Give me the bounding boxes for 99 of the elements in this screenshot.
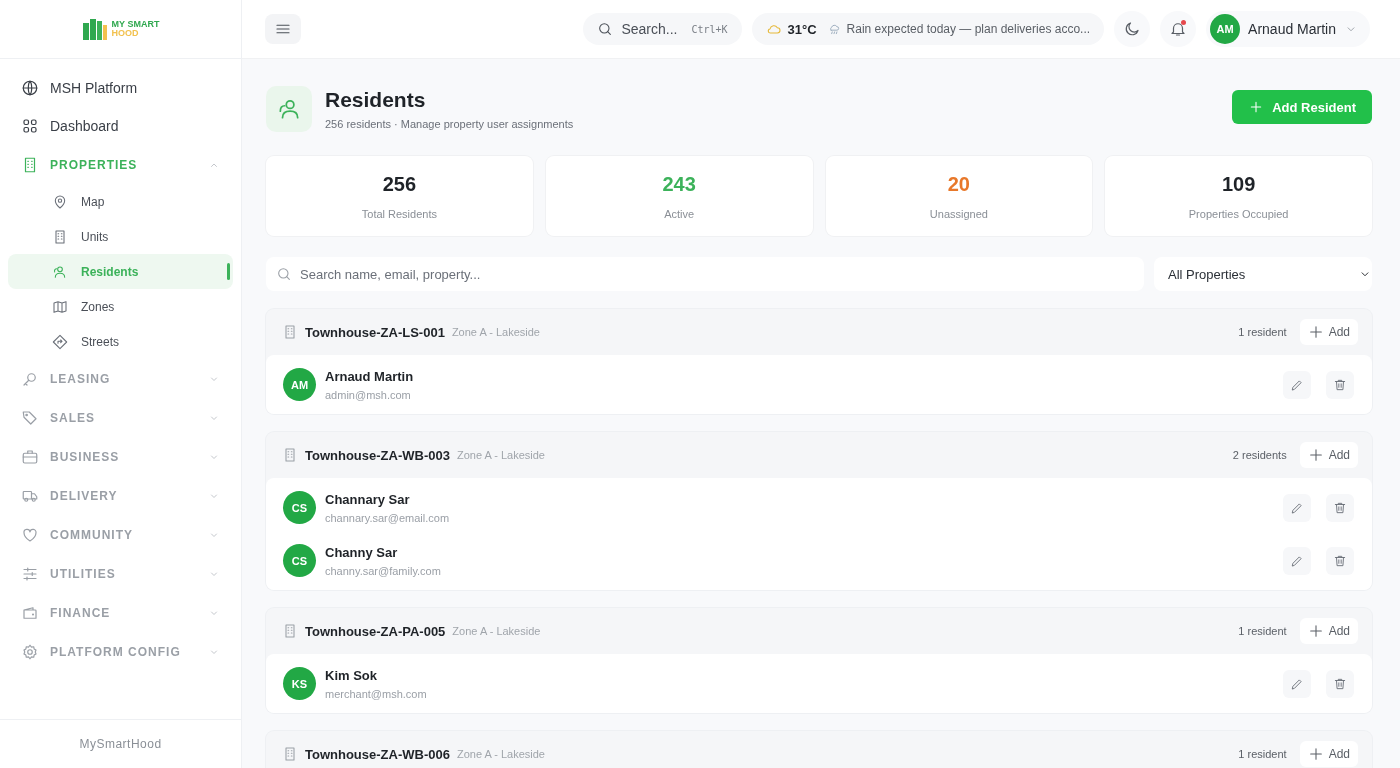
resident-email: channary.sar@email.com — [325, 511, 450, 524]
stat-label: Active — [664, 207, 695, 220]
notification-button[interactable] — [1160, 11, 1197, 47]
residents-icon — [266, 86, 312, 132]
add-button[interactable]: Add — [1299, 442, 1358, 468]
resident-email: admin@msh.com — [325, 388, 412, 401]
resident-email: merchant@msh.com — [325, 687, 427, 700]
logo-text: HOOD — [111, 29, 140, 38]
zone-label: Zone A - Lakeside — [452, 625, 541, 637]
sidebar-subitem[interactable]: Zones — [8, 289, 233, 324]
stat-value: 256 — [382, 172, 417, 196]
resident-name: Arnaud Martin — [325, 368, 414, 384]
stat-label: Total Residents — [361, 207, 437, 220]
resident-name: Channy Sar — [325, 544, 399, 560]
add-button[interactable]: Add — [1299, 741, 1358, 767]
resident-avatar: CS — [283, 491, 316, 524]
zone-label: Zone A - Lakeside — [451, 326, 540, 338]
sidebar-item[interactable]: Dashboard — [8, 107, 233, 145]
resident-name: Kim Sok — [325, 667, 378, 683]
user-avatar: AM — [1210, 14, 1241, 44]
sidebar-item-icon — [21, 117, 39, 135]
plus-icon — [1307, 746, 1324, 762]
sidebar-subitem[interactable]: Units — [8, 219, 233, 254]
property-name: Townhouse-ZA-LS-001 — [305, 324, 445, 340]
property-name: Townhouse-ZA-PA-005 — [305, 623, 446, 639]
building-icon — [282, 623, 298, 639]
stat-label: Properties Occupied — [1188, 207, 1289, 220]
sidebar-item[interactable]: MSH Platform — [8, 69, 233, 107]
weather-message: Rain expected today — plan deliveries acco... — [846, 22, 1091, 36]
edit-button[interactable] — [1283, 493, 1311, 522]
building-icon — [282, 324, 298, 340]
edit-button[interactable] — [1283, 669, 1311, 698]
pencil-icon — [1290, 676, 1304, 691]
page-title: Residents — [325, 88, 427, 112]
subitem-icon — [52, 298, 68, 315]
property-name: Townhouse-ZA-WB-006 — [305, 746, 450, 762]
pencil-icon — [1290, 553, 1304, 568]
trash-icon — [1333, 553, 1347, 568]
delete-button[interactable] — [1326, 546, 1354, 575]
search-field[interactable]: Search name, email, property... — [266, 257, 1144, 291]
edit-button[interactable] — [1283, 370, 1311, 399]
stat-label: Unassigned — [929, 207, 988, 220]
shortcut-hint: Ctrl+K — [691, 23, 728, 35]
building-icon — [282, 746, 298, 762]
subitem-icon — [52, 193, 68, 210]
resident-count: 1 resident — [1238, 625, 1287, 637]
search-field[interactable]: Search... Ctrl+K — [583, 13, 742, 45]
add-button[interactable]: Add — [1299, 618, 1358, 644]
plus-icon — [1307, 324, 1324, 340]
pencil-icon — [1290, 500, 1304, 515]
page-subtitle: 256 residents · Manage property user assignments — [325, 118, 574, 130]
subitem-icon — [52, 333, 68, 350]
resident-avatar: AM — [283, 368, 316, 401]
plus-icon — [1307, 623, 1324, 639]
pencil-icon — [1290, 377, 1304, 392]
section-icon — [21, 564, 39, 583]
search-icon — [597, 21, 614, 37]
resident-avatar: KS — [283, 667, 316, 700]
sidebar-item-icon — [21, 79, 39, 97]
add-button[interactable]: Add — [1299, 319, 1358, 345]
resident-avatar: CS — [283, 544, 316, 577]
delete-button[interactable] — [1326, 493, 1354, 522]
theme-toggle-button[interactable] — [1114, 11, 1151, 47]
property-dropdown[interactable]: All Properties — [1154, 257, 1372, 291]
resident-name: Channary Sar — [325, 491, 411, 507]
trash-icon — [1333, 377, 1347, 392]
delete-button[interactable] — [1326, 370, 1354, 399]
bell-icon — [1169, 20, 1188, 38]
temperature: 31°C — [787, 21, 817, 37]
subitem-icon — [52, 263, 68, 280]
section-icon — [21, 408, 39, 427]
section-icon — [21, 447, 39, 466]
stat-value: 243 — [662, 172, 696, 196]
user-menu[interactable]: AM Arnaud Martin — [1206, 11, 1370, 47]
section-icon — [21, 642, 39, 661]
subitem-icon — [52, 228, 68, 245]
logo-icon — [81, 17, 108, 41]
trash-icon — [1333, 500, 1347, 515]
resident-count: 1 resident — [1238, 326, 1287, 338]
moon-icon — [1123, 20, 1142, 38]
delete-button[interactable] — [1326, 669, 1354, 698]
sidebar-footer-text: MySmartHood — [79, 737, 162, 751]
plus-icon — [1307, 447, 1324, 463]
building-icon — [282, 447, 298, 463]
resident-email: channy.sar@family.com — [325, 564, 441, 577]
zone-label: Zone A - Lakeside — [456, 748, 545, 760]
property-name: Townhouse-ZA-WB-003 — [305, 447, 450, 463]
sidebar-subitem[interactable]: Streets — [8, 324, 233, 359]
zone-label: Zone A - Lakeside — [456, 449, 545, 461]
search-icon — [276, 266, 292, 282]
edit-button[interactable] — [1283, 546, 1311, 575]
trash-icon — [1333, 676, 1347, 691]
stat-value: 20 — [947, 172, 970, 196]
logo-text: MY SMART — [111, 20, 160, 29]
stat-value: 109 — [1221, 172, 1256, 196]
menu-button[interactable] — [265, 14, 301, 44]
resident-count: 1 resident — [1238, 748, 1287, 760]
sidebar-subitem[interactable]: Map — [8, 184, 233, 219]
resident-count: 2 residents — [1232, 449, 1287, 461]
